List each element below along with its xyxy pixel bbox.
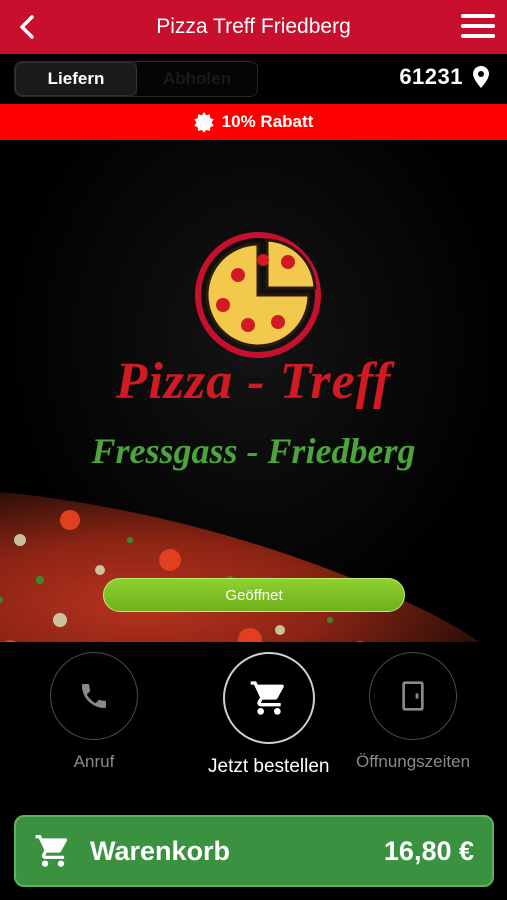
back-button[interactable] [14,13,42,41]
order-now-label: Jetzt bestellen [208,756,330,777]
location-selector[interactable]: 61231 [399,64,489,90]
door-icon [402,681,424,711]
chevron-left-icon [20,15,34,39]
call-label: Anruf [73,752,115,771]
brand-name: Pizza - Treff [115,353,392,410]
order-mode-toggle: Liefern Abholen [14,61,258,97]
cart-button[interactable]: Warenkorb 16,80 € [14,815,494,887]
hamburger-icon [461,14,495,18]
zip-code: 61231 [399,64,463,89]
menu-button[interactable] [461,14,495,40]
call-button[interactable]: Anruf [50,652,138,772]
open-status-badge[interactable]: Geöffnet [103,578,405,612]
order-now-button[interactable]: Jetzt bestellen [208,652,329,778]
tab-pickup[interactable]: Abholen [137,62,257,96]
discount-banner[interactable]: 10% Rabatt [0,104,507,140]
pizza-photo [0,491,480,642]
tab-delivery[interactable]: Liefern [15,62,137,96]
cart-total: 16,80 € [383,835,474,866]
badge-icon [193,112,214,132]
cart-icon [35,835,68,867]
opening-hours-button[interactable]: Öffnungszeiten [356,652,470,772]
hero-banner: Pizza - Treff Fressgass - Friedberg Geöf… [0,140,507,642]
cart-label: Warenkorb [90,835,231,866]
phone-icon [82,684,106,708]
discount-text: 10% Rabatt [221,112,314,131]
page-title: Pizza Treff Friedberg [156,15,351,38]
action-row: Anruf Jetzt bestellen Öffnungszeiten [0,642,507,802]
opening-hours-label: Öffnungszeiten [356,752,471,771]
brand-location: Fressgass - Friedberg [91,431,416,471]
cart-icon [250,681,284,715]
top-bar: Pizza Treff Friedberg [0,0,507,54]
pizza-logo [195,232,321,358]
map-pin-icon [473,66,489,88]
